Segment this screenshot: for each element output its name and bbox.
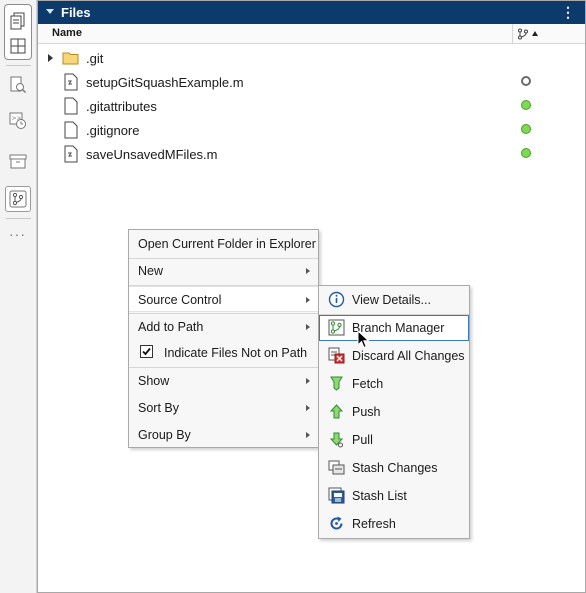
added-status-icon — [521, 124, 531, 134]
menu-item-label: Source Control — [138, 293, 222, 307]
menu-item-label: Push — [352, 405, 381, 419]
menu-item-pull[interactable]: Pull — [319, 427, 469, 453]
submenu-arrow-icon — [306, 297, 310, 303]
menu-item-label: Open Current Folder in Explorer — [138, 237, 316, 251]
mouse-cursor-icon — [357, 330, 370, 349]
file-row-saveunsavedmfiles[interactable]: saveUnsavedMFiles.m — [38, 142, 585, 166]
left-toolstrip: >> ··· — [0, 0, 37, 593]
panel-title: Files — [61, 5, 91, 20]
command-history-icon[interactable]: >> — [5, 108, 31, 134]
checkbox-checked-icon[interactable] — [140, 345, 153, 358]
layout-grid-icon[interactable] — [5, 33, 31, 59]
file-row-gitignore[interactable]: .gitignore — [38, 118, 585, 142]
find-files-icon[interactable] — [5, 72, 31, 98]
git-branch-icon — [518, 28, 528, 39]
menu-item-view-details[interactable]: View Details... — [319, 287, 469, 313]
menu-item-label: New — [138, 264, 164, 278]
file-row-git-folder[interactable]: .git — [38, 46, 585, 70]
menu-item-stash-list[interactable]: Stash List — [319, 483, 469, 509]
menu-item-stash-changes[interactable]: Stash Changes — [319, 455, 469, 481]
refresh-icon — [330, 516, 343, 530]
menu-item-label: Stash Changes — [352, 461, 438, 475]
submenu-arrow-icon — [306, 432, 310, 438]
menu-item-source-control[interactable]: Source Control — [129, 286, 318, 312]
sort-ascending-icon — [532, 31, 538, 36]
file-name: .git — [86, 51, 104, 66]
file-icon — [64, 121, 78, 139]
info-icon — [328, 291, 345, 308]
submenu-arrow-icon — [306, 268, 310, 274]
m-file-icon — [64, 73, 78, 91]
stash-list-icon — [328, 487, 345, 504]
menu-item-branch-manager[interactable]: Branch Manager — [319, 315, 469, 341]
folder-icon — [62, 52, 79, 65]
menu-item-push[interactable]: Push — [319, 399, 469, 425]
file-name: setupGitSquashExample.m — [86, 75, 244, 90]
menu-item-indicate-files-not-on-path[interactable]: Indicate Files Not on Path — [129, 340, 318, 366]
branch-icon — [328, 319, 345, 336]
source-control-column-header[interactable] — [512, 24, 542, 43]
context-menu: Open Current Folder in Explorer New Sour… — [128, 229, 319, 448]
collapse-panel-icon[interactable] — [46, 9, 54, 14]
stash-icon — [328, 460, 345, 475]
menu-item-label: Stash List — [352, 489, 407, 503]
name-column-header[interactable]: Name — [52, 27, 82, 39]
menu-item-label: Refresh — [352, 517, 396, 531]
push-icon — [329, 404, 344, 419]
menu-item-open-in-explorer[interactable]: Open Current Folder in Explorer — [129, 231, 318, 257]
discard-icon — [328, 347, 345, 364]
source-control-submenu: View Details... Branch Manager Discard A… — [318, 285, 470, 539]
file-row-gitattributes[interactable]: .gitattributes — [38, 94, 585, 118]
menu-item-refresh[interactable]: Refresh — [319, 511, 469, 537]
menu-item-label: Group By — [138, 428, 191, 442]
menu-item-label: Show — [138, 374, 170, 388]
menu-item-label: Add to Path — [138, 320, 204, 334]
expand-arrow-icon[interactable] — [48, 54, 53, 62]
menu-item-discard-all-changes[interactable]: Discard All Changes — [319, 343, 469, 369]
toolstrip-divider — [6, 65, 31, 66]
submenu-arrow-icon — [306, 405, 310, 411]
m-file-icon — [64, 145, 78, 163]
menu-item-show[interactable]: Show — [129, 368, 318, 394]
file-row-setupgitsquashexample[interactable]: setupGitSquashExample.m — [38, 70, 585, 94]
files-panel-icon[interactable] — [5, 8, 31, 34]
menu-item-group-by[interactable]: Group By — [129, 422, 318, 448]
submenu-arrow-icon — [306, 324, 310, 330]
panel-header: Files ⋮ — [38, 1, 585, 24]
file-name: .gitignore — [86, 123, 140, 138]
more-tools-icon[interactable]: ··· — [9, 226, 26, 242]
menu-item-label: View Details... — [352, 293, 431, 307]
fetch-icon — [330, 376, 343, 391]
archive-box-icon[interactable] — [5, 148, 31, 174]
source-control-icon[interactable] — [5, 186, 31, 212]
file-name: .gitattributes — [86, 99, 157, 114]
menu-item-label: Discard All Changes — [352, 349, 465, 363]
menu-item-fetch[interactable]: Fetch — [319, 371, 469, 397]
menu-item-sort-by[interactable]: Sort By — [129, 395, 318, 421]
menu-item-new[interactable]: New — [129, 258, 318, 284]
file-icon — [64, 97, 78, 115]
file-name: saveUnsavedMFiles.m — [86, 147, 218, 162]
pull-icon — [329, 432, 344, 448]
unmodified-status-icon — [521, 76, 531, 86]
submenu-arrow-icon — [306, 378, 310, 384]
menu-item-label: Fetch — [352, 377, 384, 391]
added-status-icon — [521, 148, 531, 158]
menu-item-add-to-path[interactable]: Add to Path — [129, 314, 318, 340]
panel-options-icon[interactable]: ⋮ — [561, 4, 575, 21]
menu-item-label: Pull — [352, 433, 373, 447]
menu-item-label: Indicate Files Not on Path — [164, 346, 308, 360]
toolstrip-divider — [6, 218, 31, 219]
menu-item-label: Sort By — [138, 401, 179, 415]
added-status-icon — [521, 100, 531, 110]
column-header: Name — [38, 24, 585, 44]
